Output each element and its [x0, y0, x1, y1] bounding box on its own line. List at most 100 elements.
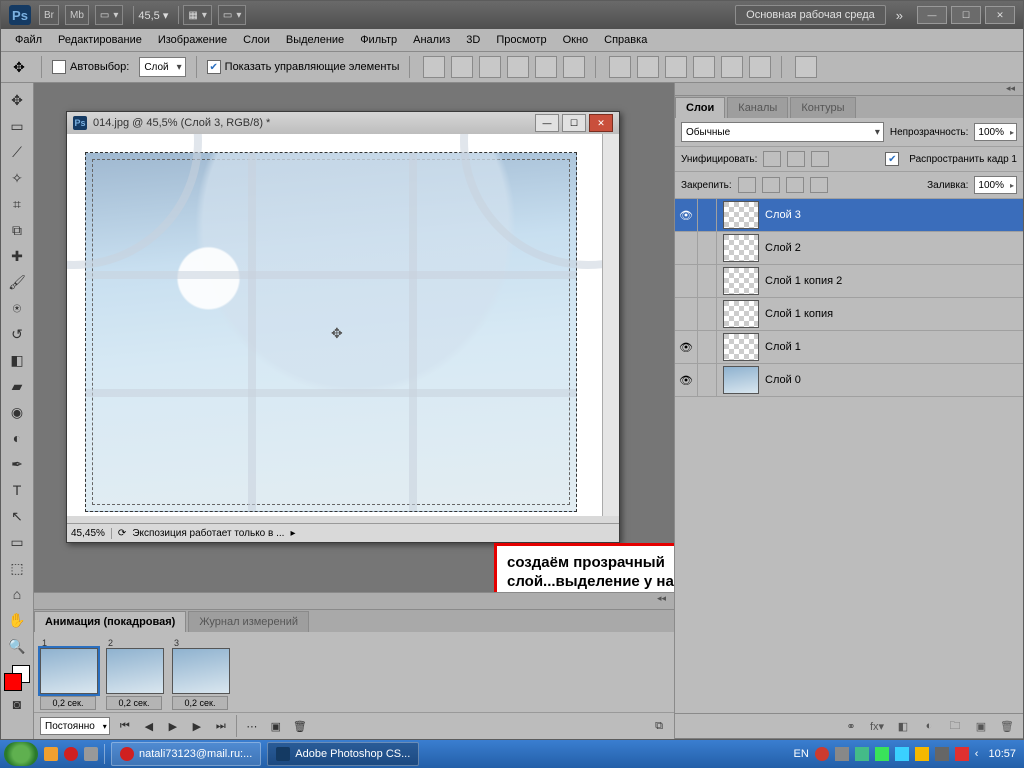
show-transform-checkbox[interactable]: ✔Показать управляющие элементы — [207, 60, 400, 74]
layer-name[interactable]: Слой 0 — [765, 374, 801, 386]
wand-tool-icon[interactable]: ✧ — [5, 166, 29, 190]
next-frame-icon[interactable]: ▶ — [188, 718, 206, 734]
unify-position-icon[interactable] — [763, 151, 781, 167]
tab-channels[interactable]: Каналы — [727, 97, 788, 118]
layer-row[interactable]: Слой 2 — [675, 232, 1023, 265]
layer-thumbnail[interactable] — [723, 300, 759, 328]
stamp-tool-icon[interactable]: ⍟ — [5, 296, 29, 320]
prev-frame-icon[interactable]: ◀ — [140, 718, 158, 734]
dock-collapse-icon[interactable]: ◂◂ — [675, 83, 1023, 96]
layer-name[interactable]: Слой 1 копия 2 — [765, 275, 842, 287]
frame-duration[interactable]: 0,2 сек. — [172, 696, 228, 710]
menu-select[interactable]: Выделение — [280, 32, 350, 48]
layer-row[interactable]: Слой 1 копия — [675, 298, 1023, 331]
color-swatches[interactable] — [4, 665, 30, 691]
menu-window[interactable]: Окно — [557, 32, 595, 48]
heal-tool-icon[interactable]: ✚ — [5, 244, 29, 268]
tray-icon[interactable] — [915, 747, 929, 761]
tab-animation[interactable]: Анимация (покадровая) — [34, 611, 186, 632]
taskbar-clock[interactable]: 10:57 — [988, 748, 1016, 760]
align-icon[interactable] — [507, 56, 529, 78]
doc-minimize-icon[interactable]: — — [535, 114, 559, 132]
menu-file[interactable]: Файл — [9, 32, 48, 48]
foreground-color-swatch[interactable] — [4, 673, 22, 691]
layer-link-column[interactable] — [697, 331, 717, 363]
tab-layers[interactable]: Слои — [675, 97, 725, 118]
fill-field[interactable]: 100% — [974, 176, 1017, 194]
dodge-tool-icon[interactable]: ◐ — [5, 426, 29, 450]
status-info[interactable]: Экспозиция работает только в ... — [132, 528, 284, 539]
zoom-level-dropdown[interactable]: 45,5 — [138, 9, 168, 22]
status-chevron-icon[interactable]: ▸ — [290, 528, 295, 539]
adjustment-layer-icon[interactable]: ◐ — [921, 719, 937, 733]
minibridge-button[interactable]: Mb — [65, 5, 89, 25]
unify-style-icon[interactable] — [811, 151, 829, 167]
3d-tool-icon[interactable]: ⬚ — [5, 556, 29, 580]
distribute-icon[interactable] — [693, 56, 715, 78]
layer-name[interactable]: Слой 2 — [765, 242, 801, 254]
layer-link-column[interactable] — [697, 298, 717, 330]
status-zoom[interactable]: 45,45% — [71, 528, 112, 539]
layer-name[interactable]: Слой 3 — [765, 209, 801, 221]
new-layer-icon[interactable]: ▣ — [973, 719, 989, 733]
align-icon[interactable] — [423, 56, 445, 78]
eyedropper-tool-icon[interactable]: ⧉ — [5, 218, 29, 242]
transform-center-icon[interactable]: ✥ — [331, 325, 343, 342]
blur-tool-icon[interactable]: ◉ — [5, 400, 29, 424]
start-button[interactable] — [4, 742, 38, 766]
distribute-icon[interactable] — [637, 56, 659, 78]
align-icon[interactable] — [451, 56, 473, 78]
lock-position-icon[interactable] — [786, 177, 804, 193]
language-indicator[interactable]: EN — [794, 748, 809, 760]
unify-visibility-icon[interactable] — [787, 151, 805, 167]
menu-analysis[interactable]: Анализ — [407, 32, 456, 48]
menu-layer[interactable]: Слои — [237, 32, 276, 48]
frame-duration[interactable]: 0,2 сек. — [40, 696, 96, 710]
align-icon[interactable] — [535, 56, 557, 78]
layer-thumbnail[interactable] — [723, 267, 759, 295]
tween-icon[interactable]: ⋯ — [243, 718, 261, 734]
quickmask-icon[interactable]: ◙ — [5, 692, 29, 716]
quicklaunch-icon[interactable] — [44, 747, 58, 761]
quicklaunch-icon[interactable] — [84, 747, 98, 761]
taskbar-opera-task[interactable]: natali73123@mail.ru:... — [111, 742, 261, 766]
taskbar-photoshop-task[interactable]: Adobe Photoshop CS... — [267, 742, 419, 766]
lock-transparent-icon[interactable] — [738, 177, 756, 193]
layer-row[interactable]: 👁 Слой 0 — [675, 364, 1023, 397]
visibility-toggle-icon[interactable]: 👁 — [675, 374, 697, 387]
screen-mode-dropdown[interactable]: ▭ — [95, 5, 123, 25]
document-scrollbar[interactable] — [602, 134, 619, 516]
blend-mode-select[interactable]: Обычные — [681, 122, 884, 142]
layer-thumbnail[interactable] — [723, 366, 759, 394]
expand-panels-icon[interactable]: » — [896, 8, 903, 23]
bridge-button[interactable]: Br — [39, 5, 59, 25]
tray-avira-icon[interactable] — [955, 747, 969, 761]
eraser-tool-icon[interactable]: ◧ — [5, 348, 29, 372]
gradient-tool-icon[interactable]: ▰ — [5, 374, 29, 398]
visibility-toggle-icon[interactable]: 👁 — [675, 341, 697, 354]
menu-view[interactable]: Просмотр — [490, 32, 552, 48]
visibility-toggle-icon[interactable]: 👁 — [675, 209, 697, 222]
tray-volume-icon[interactable] — [895, 747, 909, 761]
tab-paths[interactable]: Контуры — [790, 97, 855, 118]
tray-icon[interactable] — [835, 747, 849, 761]
doc-maximize-icon[interactable]: ☐ — [562, 114, 586, 132]
tab-measurements[interactable]: Журнал измерений — [188, 611, 309, 632]
path-tool-icon[interactable]: ↖ — [5, 504, 29, 528]
layer-mask-icon[interactable]: ◧ — [895, 719, 911, 733]
play-icon[interactable]: ▶ — [164, 718, 182, 734]
delete-layer-icon[interactable]: 🗑 — [999, 719, 1015, 733]
marquee-tool-icon[interactable]: ▭ — [5, 114, 29, 138]
layer-name[interactable]: Слой 1 копия — [765, 308, 833, 320]
menu-edit[interactable]: Редактирование — [52, 32, 148, 48]
tray-icon[interactable] — [935, 747, 949, 761]
tray-expand-icon[interactable]: ‹ — [975, 748, 979, 760]
layer-link-column[interactable] — [697, 364, 717, 396]
opacity-field[interactable]: 100% — [974, 123, 1017, 141]
duplicate-frame-icon[interactable]: ▣ — [267, 718, 285, 734]
autoselect-checkbox[interactable]: Автовыбор: — [52, 60, 129, 74]
first-frame-icon[interactable]: ⏮ — [116, 718, 134, 734]
opera-icon[interactable] — [64, 747, 78, 761]
layer-style-icon[interactable]: fx▾ — [869, 719, 885, 733]
document-titlebar[interactable]: Ps 014.jpg @ 45,5% (Слой 3, RGB/8) * — ☐… — [67, 112, 619, 135]
